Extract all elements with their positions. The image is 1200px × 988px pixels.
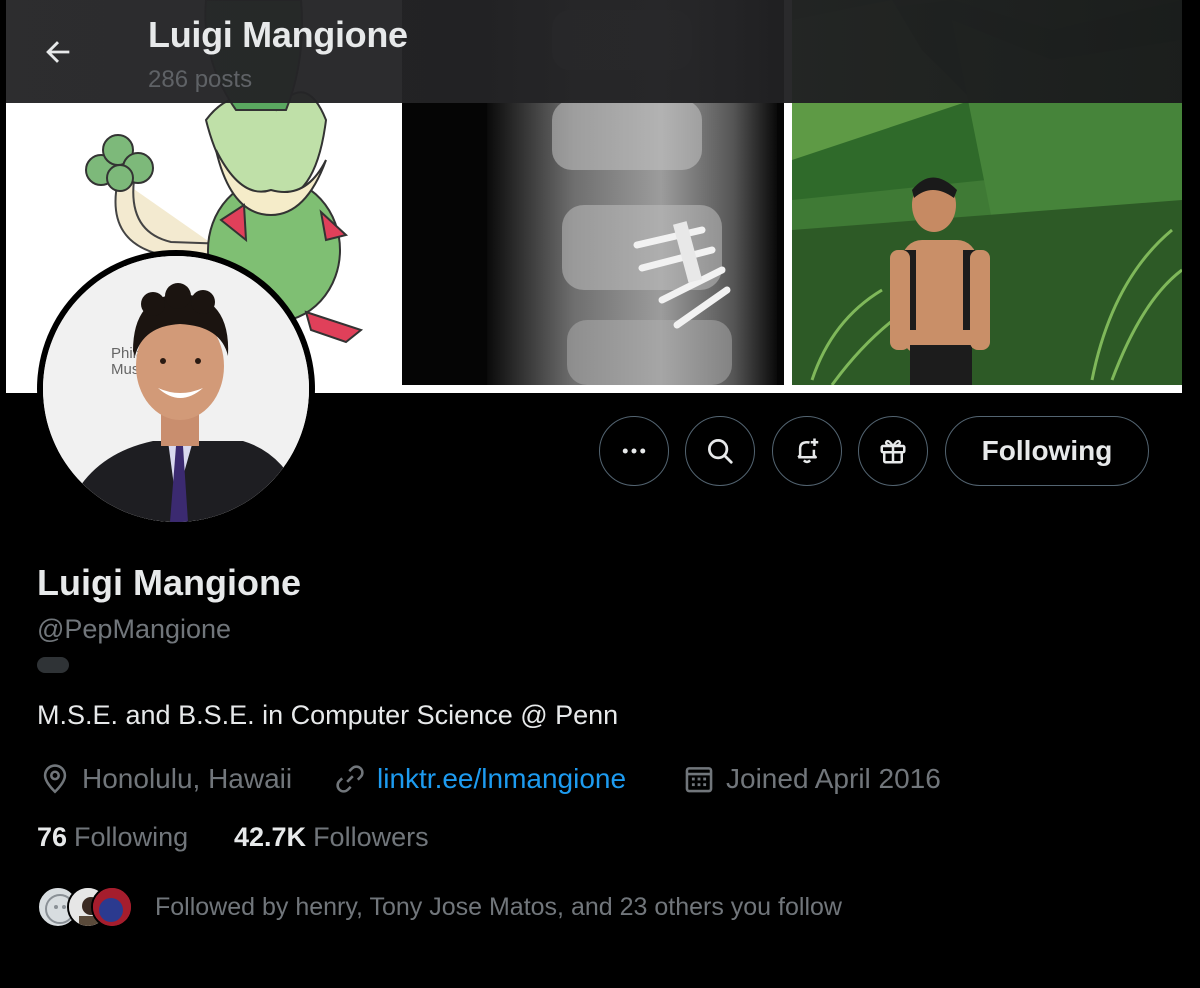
- gift-button[interactable]: [858, 416, 928, 486]
- search-button[interactable]: [685, 416, 755, 486]
- header-posts-count: 286 posts: [148, 66, 253, 93]
- following-button[interactable]: Following: [945, 416, 1149, 486]
- follower-avatar: [91, 886, 133, 928]
- avatar-photo: Philad Muse: [43, 256, 309, 522]
- following-label: Following: [74, 822, 189, 852]
- followed-by-avatars: [37, 884, 137, 930]
- avatar[interactable]: Philad Muse: [37, 250, 315, 528]
- profile-joined: Joined April 2016: [682, 758, 941, 800]
- bell-plus-icon: [797, 438, 819, 464]
- back-button[interactable]: [36, 30, 80, 74]
- profile-name: Luigi Mangione: [37, 562, 301, 603]
- profile-website[interactable]: linktr.ee/lnmangione: [333, 758, 626, 800]
- more-button[interactable]: [599, 416, 669, 486]
- header-title: Luigi Mangione: [148, 14, 408, 55]
- joined-text: Joined April 2016: [726, 763, 941, 794]
- followers-label: Followers: [313, 822, 429, 852]
- profile-handle: @PepMangione: [37, 614, 232, 644]
- location-pin-icon: [43, 764, 67, 794]
- followed-by-row[interactable]: Followed by henry, Tony Jose Matos, and …: [37, 882, 842, 932]
- search-icon: [708, 439, 733, 464]
- follows-you-badge: [37, 657, 69, 673]
- profile-bio: M.S.E. and B.S.E. in Computer Science @ …: [37, 700, 619, 730]
- link-icon: [336, 765, 364, 793]
- profile-header-bar: Luigi Mangione 286 posts: [6, 0, 1182, 103]
- profile-location: Honolulu, Hawaii: [38, 758, 292, 800]
- following-stat[interactable]: 76 Following: [37, 822, 188, 853]
- following-count: 76: [37, 822, 68, 852]
- more-icon: [622, 448, 646, 454]
- followed-by-text[interactable]: Followed by henry, Tony Jose Matos, and …: [155, 893, 842, 922]
- profile-page: Luigi Mangione 286 posts Philad Muse Fol…: [0, 0, 1200, 988]
- location-text: Honolulu, Hawaii: [82, 763, 293, 794]
- notify-button[interactable]: [772, 416, 842, 486]
- followers-stat[interactable]: 42.7K Followers: [234, 822, 429, 853]
- calendar-icon: [685, 767, 713, 793]
- followers-count: 42.7K: [234, 822, 307, 852]
- website-link[interactable]: linktr.ee/lnmangione: [377, 763, 626, 795]
- arrow-left-icon: [46, 41, 70, 63]
- gift-icon: [880, 439, 906, 464]
